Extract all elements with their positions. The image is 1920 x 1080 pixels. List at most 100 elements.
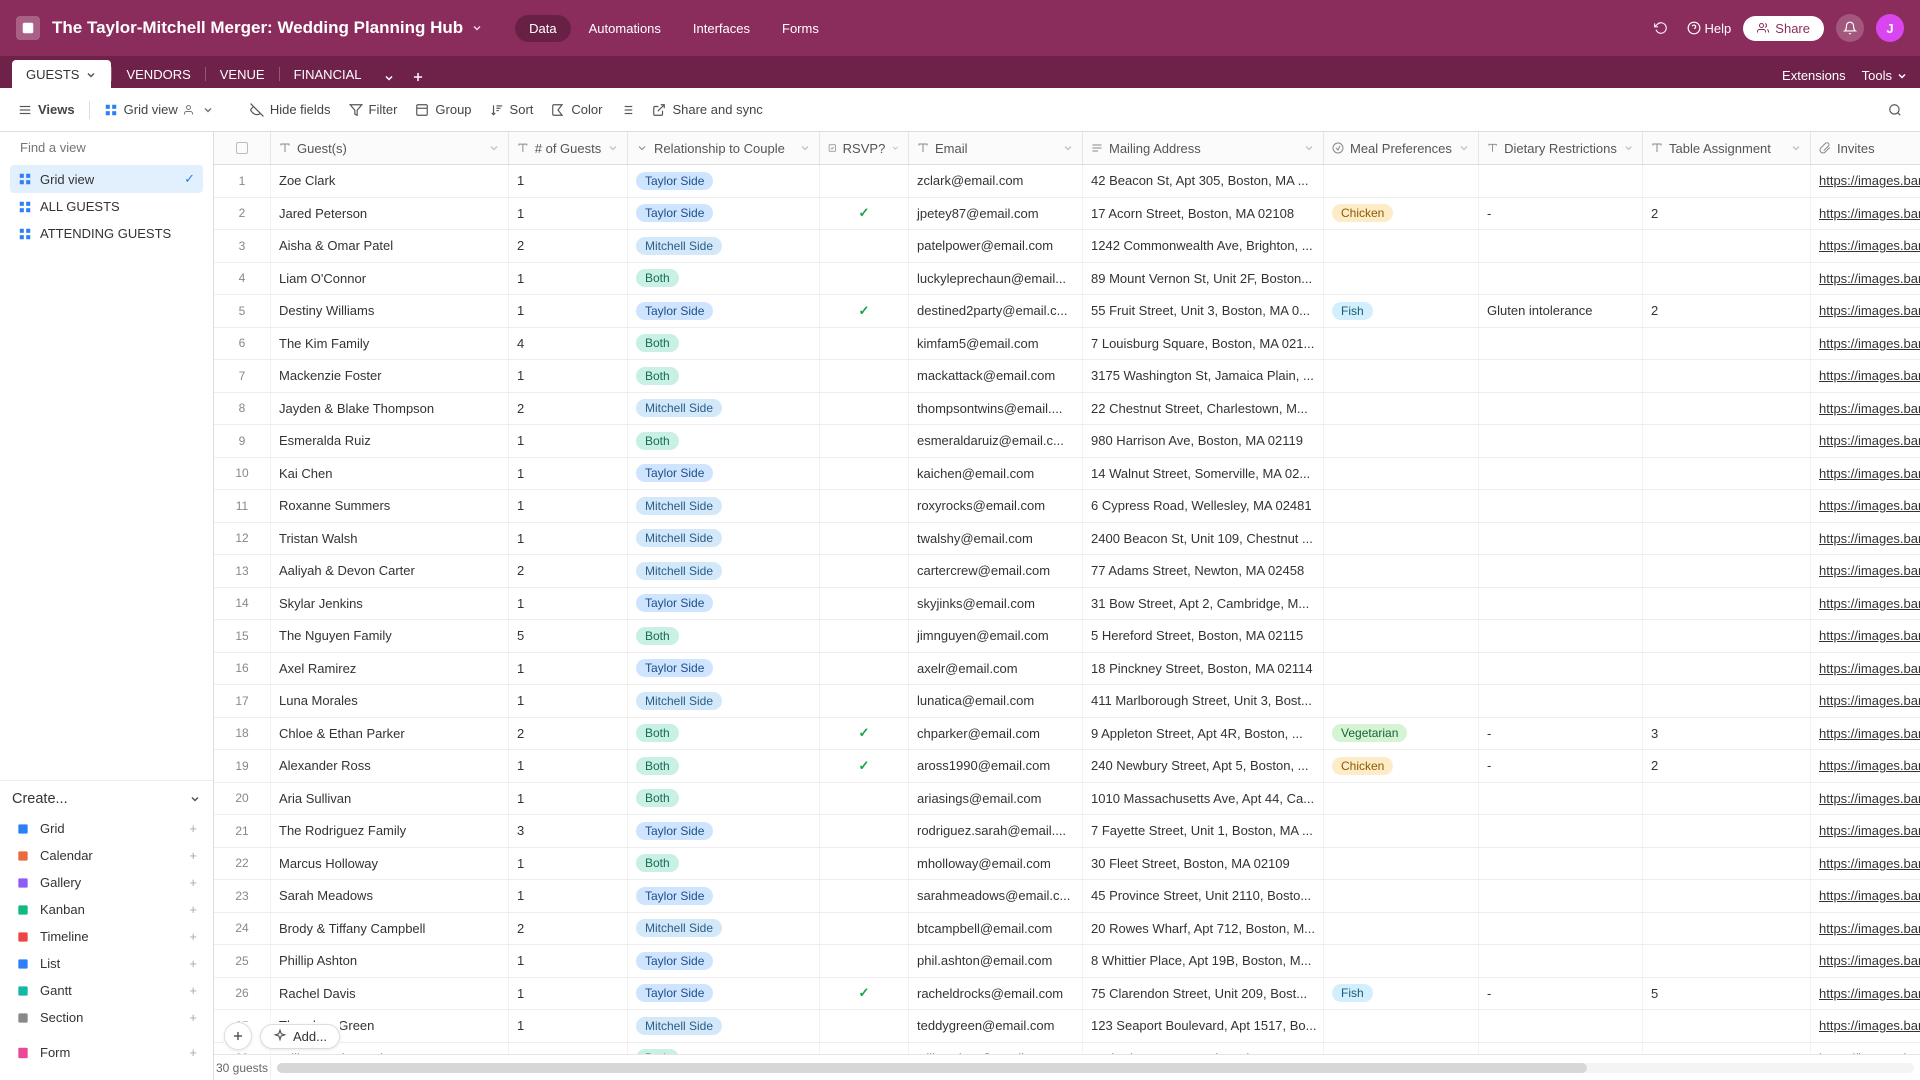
cell-address[interactable]: 17 Acorn Street, Boston, MA 02108 — [1083, 198, 1324, 230]
cell-invites[interactable]: https://images.bannerbea — [1811, 458, 1920, 490]
cell-address[interactable]: 45 Province Street, Unit 2110, Bosto... — [1083, 880, 1324, 912]
table-row[interactable]: 17Luna Morales1Mitchell Sidelunatica@ema… — [214, 685, 1920, 718]
cell-invites[interactable]: https://images.bannerbea — [1811, 718, 1920, 750]
cell-rsvp[interactable] — [820, 685, 909, 717]
cell-email[interactable]: zclark@email.com — [909, 165, 1083, 197]
cell-diet[interactable] — [1479, 360, 1643, 392]
add-ai-button[interactable]: Add... — [260, 1024, 340, 1049]
cell-invites[interactable]: https://images.bannerbea — [1811, 425, 1920, 457]
cell-invites[interactable]: https://images.bannerbea — [1811, 750, 1920, 782]
cell-meal[interactable] — [1324, 425, 1479, 457]
cell-guest[interactable]: Liam O'Connor — [271, 263, 509, 295]
cell-relationship[interactable]: Both — [628, 263, 820, 295]
cell-invites[interactable]: https://images.bannerbea — [1811, 295, 1920, 327]
cell-address[interactable]: 980 Harrison Ave, Boston, MA 02119 — [1083, 425, 1324, 457]
cell-table[interactable] — [1643, 360, 1811, 392]
table-row[interactable]: 20Aria Sullivan1Bothariasings@email.com1… — [214, 783, 1920, 816]
cell-table[interactable]: 2 — [1643, 750, 1811, 782]
cell-table[interactable] — [1643, 913, 1811, 945]
column-header-relationship[interactable]: Relationship to Couple — [628, 132, 820, 164]
column-header-email[interactable]: Email — [909, 132, 1083, 164]
cell-relationship[interactable]: Mitchell Side — [628, 393, 820, 425]
cell-table[interactable] — [1643, 523, 1811, 555]
cell-invites[interactable]: https://images.bannerbea — [1811, 230, 1920, 262]
cell-diet[interactable]: - — [1479, 198, 1643, 230]
cell-invites[interactable]: https://images.bannerbea — [1811, 393, 1920, 425]
cell-rsvp[interactable] — [820, 588, 909, 620]
table-row[interactable]: 14Skylar Jenkins1Taylor Sideskyjinks@ema… — [214, 588, 1920, 621]
cell-meal[interactable] — [1324, 880, 1479, 912]
cell-email[interactable]: ariasings@email.com — [909, 783, 1083, 815]
cell-count[interactable]: 1 — [509, 425, 628, 457]
cell-meal[interactable] — [1324, 555, 1479, 587]
group-button[interactable]: Group — [407, 97, 479, 122]
top-nav-forms[interactable]: Forms — [768, 15, 833, 42]
cell-invites[interactable]: https://images.bannerbea — [1811, 165, 1920, 197]
cell-diet[interactable] — [1479, 848, 1643, 880]
create-kanban-item[interactable]: Kanban+ — [12, 896, 201, 923]
table-row[interactable]: 21The Rodriguez Family3Taylor Siderodrig… — [214, 815, 1920, 848]
cell-guest[interactable]: Rachel Davis — [271, 978, 509, 1010]
cell-email[interactable]: jpetey87@email.com — [909, 198, 1083, 230]
cell-relationship[interactable]: Both — [628, 1043, 820, 1055]
add-row-button[interactable] — [224, 1022, 252, 1050]
table-row[interactable]: 27Theodore Green1Mitchell Sideteddygreen… — [214, 1010, 1920, 1043]
cell-diet[interactable] — [1479, 588, 1643, 620]
cell-relationship[interactable]: Both — [628, 328, 820, 360]
cell-table[interactable] — [1643, 945, 1811, 977]
cell-guest[interactable]: Esmeralda Ruiz — [271, 425, 509, 457]
cell-meal[interactable] — [1324, 393, 1479, 425]
cell-address[interactable]: 240 Newbury Street, Apt 5, Boston, ... — [1083, 750, 1324, 782]
cell-rsvp[interactable]: ✓ — [820, 198, 909, 230]
table-row[interactable]: 23Sarah Meadows1Taylor Sidesarahmeadows@… — [214, 880, 1920, 913]
cell-address[interactable]: 7 Fayette Street, Unit 1, Boston, MA ... — [1083, 815, 1324, 847]
cell-diet[interactable] — [1479, 1010, 1643, 1042]
cell-diet[interactable] — [1479, 165, 1643, 197]
table-row[interactable]: 10Kai Chen1Taylor Sidekaichen@email.com1… — [214, 458, 1920, 491]
cell-relationship[interactable]: Taylor Side — [628, 165, 820, 197]
cell-diet[interactable] — [1479, 653, 1643, 685]
table-row[interactable]: 9Esmeralda Ruiz1Bothesmeraldaruiz@email.… — [214, 425, 1920, 458]
cell-address[interactable]: 30 Fleet Street, Boston, MA 02109 — [1083, 848, 1324, 880]
cell-diet[interactable] — [1479, 490, 1643, 522]
cell-address[interactable]: 1 Charles Street South, Unit 912, Bo... — [1083, 1043, 1324, 1055]
cell-address[interactable]: 75 Clarendon Street, Unit 209, Bost... — [1083, 978, 1324, 1010]
cell-address[interactable]: 42 Beacon St, Apt 305, Boston, MA ... — [1083, 165, 1324, 197]
cell-invites[interactable]: https://images.bannerbea — [1811, 815, 1920, 847]
table-row[interactable]: 16Axel Ramirez1Taylor Sideaxelr@email.co… — [214, 653, 1920, 686]
cell-rsvp[interactable] — [820, 328, 909, 360]
cell-table[interactable] — [1643, 263, 1811, 295]
find-view-input[interactable] — [20, 140, 196, 155]
horizontal-scrollbar[interactable] — [277, 1063, 1914, 1073]
cell-invites[interactable]: https://images.bannerbea — [1811, 685, 1920, 717]
cell-relationship[interactable]: Mitchell Side — [628, 555, 820, 587]
cell-rsvp[interactable]: ✓ — [820, 750, 909, 782]
cell-meal[interactable] — [1324, 230, 1479, 262]
cell-rsvp[interactable]: ✓ — [820, 978, 909, 1010]
cell-email[interactable]: aross1990@email.com — [909, 750, 1083, 782]
cell-guest[interactable]: Phillip Ashton — [271, 945, 509, 977]
cell-diet[interactable] — [1479, 913, 1643, 945]
cell-relationship[interactable]: Taylor Side — [628, 458, 820, 490]
create-calendar-item[interactable]: Calendar+ — [12, 842, 201, 869]
cell-rsvp[interactable] — [820, 555, 909, 587]
cell-count[interactable]: 1 — [509, 458, 628, 490]
cell-meal[interactable]: Chicken — [1324, 750, 1479, 782]
cell-invites[interactable]: https://images.bannerbea — [1811, 328, 1920, 360]
cell-address[interactable]: 14 Walnut Street, Somerville, MA 02... — [1083, 458, 1324, 490]
cell-count[interactable]: 1 — [509, 360, 628, 392]
cell-address[interactable]: 89 Mount Vernon St, Unit 2F, Boston... — [1083, 263, 1324, 295]
cell-guest[interactable]: Sarah Meadows — [271, 880, 509, 912]
cell-relationship[interactable]: Taylor Side — [628, 945, 820, 977]
cell-guest[interactable]: Skylar Jenkins — [271, 588, 509, 620]
cell-relationship[interactable]: Mitchell Side — [628, 913, 820, 945]
cell-meal[interactable] — [1324, 328, 1479, 360]
cell-meal[interactable] — [1324, 815, 1479, 847]
table-tab-guests[interactable]: GUESTS — [12, 60, 111, 88]
table-row[interactable]: 22Marcus Holloway1Bothmholloway@email.co… — [214, 848, 1920, 881]
column-header-address[interactable]: Mailing Address — [1083, 132, 1324, 164]
cell-table[interactable] — [1643, 230, 1811, 262]
cell-email[interactable]: btcampbell@email.com — [909, 913, 1083, 945]
column-header-meal[interactable]: Meal Preferences — [1324, 132, 1479, 164]
cell-address[interactable]: 7 Louisburg Square, Boston, MA 021... — [1083, 328, 1324, 360]
